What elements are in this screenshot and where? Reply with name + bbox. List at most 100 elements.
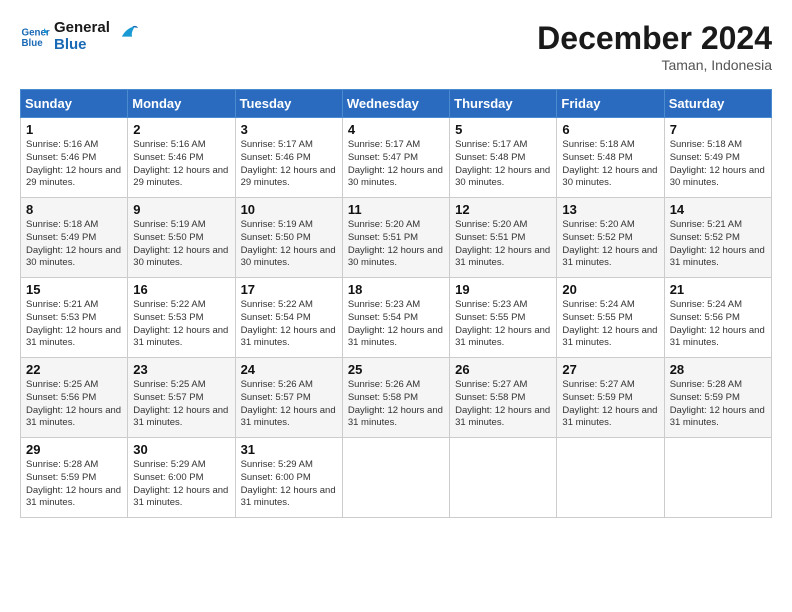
calendar-cell: 19Sunrise: 5:23 AMSunset: 5:55 PMDayligh…: [450, 278, 557, 358]
cell-dayinfo: Sunrise: 5:23 AMSunset: 5:54 PMDaylight:…: [348, 299, 444, 350]
calendar-week-row: 1 Sunrise: 5:16 AMSunset: 5:46 PMDaylight…: [21, 118, 772, 198]
day-number: 30: [133, 442, 229, 457]
logo: General Blue General Blue: [20, 20, 138, 53]
cell-dayinfo: Sunrise: 5:29 AMSunset: 6:00 PMDaylight:…: [241, 459, 337, 510]
cell-dayinfo: Sunrise: 5:27 AMSunset: 5:58 PMDaylight:…: [455, 379, 551, 430]
day-number: 21: [670, 282, 766, 297]
location: Taman, Indonesia: [537, 57, 772, 73]
day-number: 4: [348, 122, 444, 137]
cell-dayinfo: Sunrise: 5:17 AMSunset: 5:48 PMDaylight:…: [455, 139, 551, 190]
cell-dayinfo: Sunrise: 5:27 AMSunset: 5:59 PMDaylight:…: [562, 379, 658, 430]
day-header-friday: Friday: [557, 90, 664, 118]
day-header-sunday: Sunday: [21, 90, 128, 118]
title-block: December 2024 Taman, Indonesia: [537, 20, 772, 73]
calendar-cell: 27 Sunrise: 5:27 AMSunset: 5:59 PMDayligh…: [557, 358, 664, 438]
calendar-cell: 14 Sunrise: 5:21 AMSunset: 5:52 PMDayligh…: [664, 198, 771, 278]
calendar-cell: [557, 438, 664, 518]
calendar-cell: [450, 438, 557, 518]
cell-dayinfo: Sunrise: 5:18 AMSunset: 5:49 PMDaylight:…: [26, 219, 122, 270]
cell-dayinfo: Sunrise: 5:26 AMSunset: 5:57 PMDaylight:…: [241, 379, 337, 430]
calendar-cell: 16 Sunrise: 5:22 AMSunset: 5:53 PMDayligh…: [128, 278, 235, 358]
day-number: 14: [670, 202, 766, 217]
day-number: 5: [455, 122, 551, 137]
cell-dayinfo: Sunrise: 5:28 AMSunset: 5:59 PMDaylight:…: [670, 379, 766, 430]
calendar-cell: 13Sunrise: 5:20 AMSunset: 5:52 PMDayligh…: [557, 198, 664, 278]
calendar-cell: 15Sunrise: 5:21 AMSunset: 5:53 PMDayligh…: [21, 278, 128, 358]
day-number: 12: [455, 202, 551, 217]
day-header-wednesday: Wednesday: [342, 90, 449, 118]
calendar-cell: 12Sunrise: 5:20 AMSunset: 5:51 PMDayligh…: [450, 198, 557, 278]
calendar-cell: 3 Sunrise: 5:17 AMSunset: 5:46 PMDaylight…: [235, 118, 342, 198]
calendar-cell: 4Sunrise: 5:17 AMSunset: 5:47 PMDaylight…: [342, 118, 449, 198]
day-number: 25: [348, 362, 444, 377]
calendar-cell: 22Sunrise: 5:25 AMSunset: 5:56 PMDayligh…: [21, 358, 128, 438]
cell-dayinfo: Sunrise: 5:24 AMSunset: 5:55 PMDaylight:…: [562, 299, 658, 350]
day-number: 28: [670, 362, 766, 377]
cell-dayinfo: Sunrise: 5:20 AMSunset: 5:51 PMDaylight:…: [348, 219, 444, 270]
calendar-header-row: SundayMondayTuesdayWednesdayThursdayFrid…: [21, 90, 772, 118]
day-header-saturday: Saturday: [664, 90, 771, 118]
cell-dayinfo: Sunrise: 5:25 AMSunset: 5:57 PMDaylight:…: [133, 379, 229, 430]
calendar-cell: 29 Sunrise: 5:28 AMSunset: 5:59 PMDayligh…: [21, 438, 128, 518]
calendar-cell: 26 Sunrise: 5:27 AMSunset: 5:58 PMDayligh…: [450, 358, 557, 438]
day-number: 6: [562, 122, 658, 137]
cell-dayinfo: Sunrise: 5:19 AMSunset: 5:50 PMDaylight:…: [133, 219, 229, 270]
cell-dayinfo: Sunrise: 5:28 AMSunset: 5:59 PMDaylight:…: [26, 459, 122, 510]
calendar-cell: 25 Sunrise: 5:26 AMSunset: 5:58 PMDayligh…: [342, 358, 449, 438]
cell-dayinfo: Sunrise: 5:18 AMSunset: 5:48 PMDaylight:…: [562, 139, 658, 190]
calendar-cell: 5 Sunrise: 5:17 AMSunset: 5:48 PMDaylight…: [450, 118, 557, 198]
calendar-cell: 9Sunrise: 5:19 AMSunset: 5:50 PMDaylight…: [128, 198, 235, 278]
calendar-cell: 21 Sunrise: 5:24 AMSunset: 5:56 PMDayligh…: [664, 278, 771, 358]
cell-dayinfo: Sunrise: 5:22 AMSunset: 5:53 PMDaylight:…: [133, 299, 229, 350]
day-number: 31: [241, 442, 337, 457]
day-number: 23: [133, 362, 229, 377]
day-number: 26: [455, 362, 551, 377]
calendar-cell: 28 Sunrise: 5:28 AMSunset: 5:59 PMDayligh…: [664, 358, 771, 438]
cell-dayinfo: Sunrise: 5:19 AMSunset: 5:50 PMDaylight:…: [241, 219, 337, 270]
day-number: 24: [241, 362, 337, 377]
day-number: 3: [241, 122, 337, 137]
calendar-cell: [664, 438, 771, 518]
calendar-cell: 2Sunrise: 5:16 AMSunset: 5:46 PMDaylight…: [128, 118, 235, 198]
calendar-cell: 24 Sunrise: 5:26 AMSunset: 5:57 PMDayligh…: [235, 358, 342, 438]
calendar-cell: 6 Sunrise: 5:18 AMSunset: 5:48 PMDaylight…: [557, 118, 664, 198]
day-number: 27: [562, 362, 658, 377]
day-header-tuesday: Tuesday: [235, 90, 342, 118]
day-number: 1: [26, 122, 122, 137]
day-number: 11: [348, 202, 444, 217]
cell-dayinfo: Sunrise: 5:16 AMSunset: 5:46 PMDaylight:…: [26, 139, 122, 190]
day-number: 29: [26, 442, 122, 457]
cell-dayinfo: Sunrise: 5:17 AMSunset: 5:46 PMDaylight:…: [241, 139, 337, 190]
cell-dayinfo: Sunrise: 5:18 AMSunset: 5:49 PMDaylight:…: [670, 139, 766, 190]
page-header: General Blue General Blue December 2024 …: [20, 20, 772, 73]
calendar-week-row: 22Sunrise: 5:25 AMSunset: 5:56 PMDayligh…: [21, 358, 772, 438]
day-number: 10: [241, 202, 337, 217]
cell-dayinfo: Sunrise: 5:23 AMSunset: 5:55 PMDaylight:…: [455, 299, 551, 350]
day-number: 20: [562, 282, 658, 297]
cell-dayinfo: Sunrise: 5:20 AMSunset: 5:52 PMDaylight:…: [562, 219, 658, 270]
calendar-cell: 7Sunrise: 5:18 AMSunset: 5:49 PMDaylight…: [664, 118, 771, 198]
day-number: 17: [241, 282, 337, 297]
calendar-cell: 8Sunrise: 5:18 AMSunset: 5:49 PMDaylight…: [21, 198, 128, 278]
cell-dayinfo: Sunrise: 5:21 AMSunset: 5:52 PMDaylight:…: [670, 219, 766, 270]
logo-bird-icon: [116, 22, 138, 44]
calendar-cell: 11 Sunrise: 5:20 AMSunset: 5:51 PMDayligh…: [342, 198, 449, 278]
logo-line2: Blue: [54, 37, 110, 54]
logo-icon: General Blue: [20, 22, 50, 52]
calendar-cell: 17 Sunrise: 5:22 AMSunset: 5:54 PMDayligh…: [235, 278, 342, 358]
day-header-thursday: Thursday: [450, 90, 557, 118]
calendar-week-row: 29 Sunrise: 5:28 AMSunset: 5:59 PMDayligh…: [21, 438, 772, 518]
cell-dayinfo: Sunrise: 5:24 AMSunset: 5:56 PMDaylight:…: [670, 299, 766, 350]
calendar-week-row: 15Sunrise: 5:21 AMSunset: 5:53 PMDayligh…: [21, 278, 772, 358]
calendar-cell: 30Sunrise: 5:29 AMSunset: 6:00 PMDayligh…: [128, 438, 235, 518]
cell-dayinfo: Sunrise: 5:26 AMSunset: 5:58 PMDaylight:…: [348, 379, 444, 430]
calendar-cell: 10 Sunrise: 5:19 AMSunset: 5:50 PMDayligh…: [235, 198, 342, 278]
svg-text:Blue: Blue: [22, 38, 44, 49]
calendar-week-row: 8Sunrise: 5:18 AMSunset: 5:49 PMDaylight…: [21, 198, 772, 278]
day-number: 16: [133, 282, 229, 297]
day-number: 22: [26, 362, 122, 377]
calendar-cell: 18Sunrise: 5:23 AMSunset: 5:54 PMDayligh…: [342, 278, 449, 358]
cell-dayinfo: Sunrise: 5:22 AMSunset: 5:54 PMDaylight:…: [241, 299, 337, 350]
calendar-cell: [342, 438, 449, 518]
calendar-cell: 23 Sunrise: 5:25 AMSunset: 5:57 PMDayligh…: [128, 358, 235, 438]
